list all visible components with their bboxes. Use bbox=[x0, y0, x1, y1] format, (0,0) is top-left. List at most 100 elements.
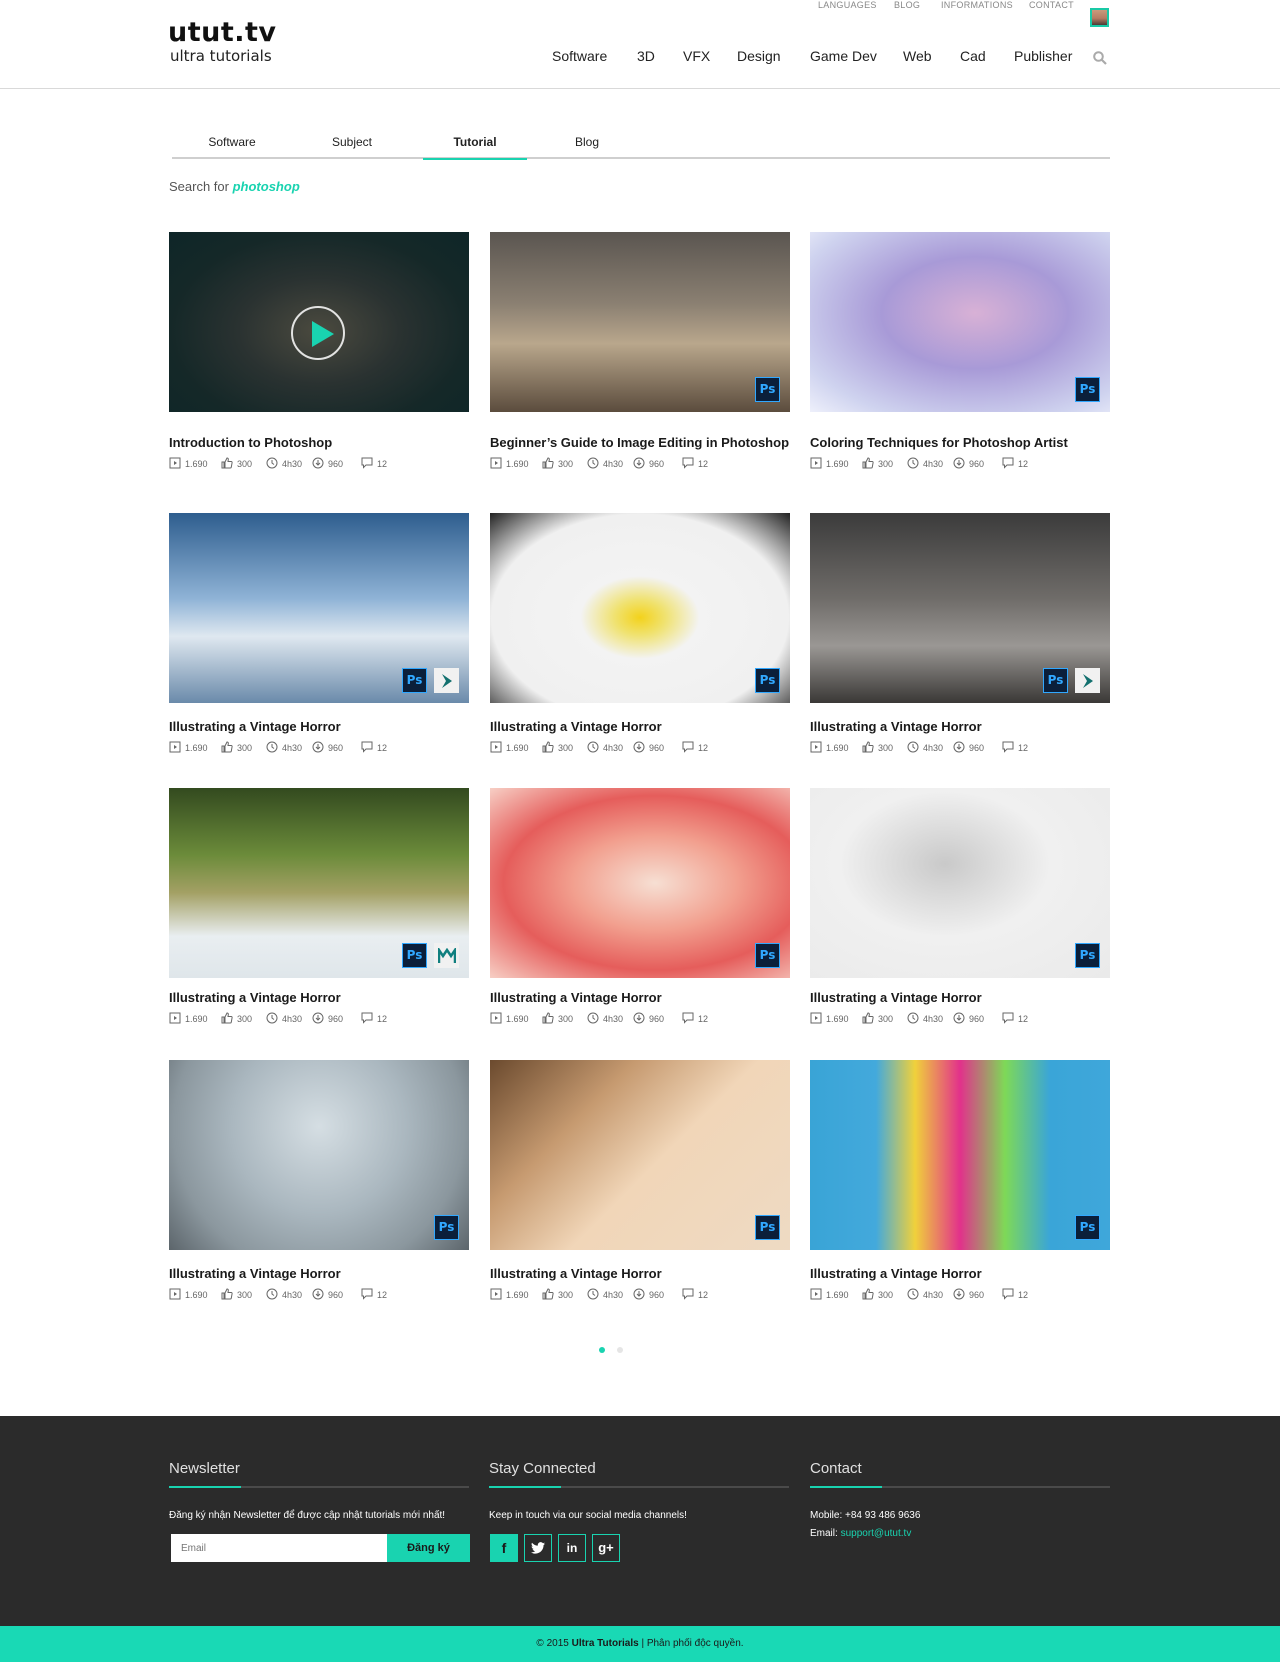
tutorial-title[interactable]: Coloring Techniques for Photoshop Artist bbox=[810, 435, 1068, 450]
download-icon bbox=[312, 457, 324, 471]
tutorial-title[interactable]: Illustrating a Vintage Horror bbox=[169, 990, 341, 1005]
nav-game-dev[interactable]: Game Dev bbox=[810, 48, 877, 64]
email-field[interactable] bbox=[171, 1534, 387, 1562]
tab-subject[interactable]: Subject bbox=[292, 134, 412, 159]
stat-value: 12 bbox=[698, 743, 709, 753]
tutorial-card[interactable]: Ps Illustrating a Vintage Horror 1.690 300 4… bbox=[169, 513, 469, 759]
downloads-stat: 960 bbox=[953, 741, 984, 755]
clock-icon bbox=[587, 741, 599, 755]
play-count-icon bbox=[810, 457, 822, 471]
nav-cad[interactable]: Cad bbox=[960, 48, 986, 64]
tutorial-title[interactable]: Illustrating a Vintage Horror bbox=[810, 1266, 982, 1281]
search-icon[interactable] bbox=[1093, 51, 1107, 65]
tab-software[interactable]: Software bbox=[172, 134, 292, 159]
tutorial-thumbnail[interactable]: Ps bbox=[490, 788, 790, 978]
top-link-languages[interactable]: LANGUAGES bbox=[818, 0, 877, 10]
facebook-icon[interactable]: f bbox=[490, 1534, 518, 1562]
comments-stat: 12 bbox=[361, 457, 387, 471]
email-label: Email: bbox=[810, 1528, 838, 1539]
stat-value: 1.690 bbox=[506, 1290, 529, 1300]
tab-tutorial[interactable]: Tutorial bbox=[423, 134, 527, 160]
thumbs-up-icon bbox=[542, 457, 554, 471]
copyright-brand: Ultra Tutorials bbox=[571, 1638, 639, 1649]
views-stat: 1.690 bbox=[810, 741, 849, 755]
signup-button[interactable]: Đăng ký bbox=[387, 1534, 470, 1562]
stat-value: 4h30 bbox=[923, 459, 944, 469]
photoshop-icon: Ps bbox=[755, 377, 780, 402]
tutorial-thumbnail[interactable]: Ps bbox=[810, 513, 1110, 703]
tutorial-thumbnail[interactable]: Ps bbox=[810, 1060, 1110, 1250]
linkedin-icon[interactable]: in bbox=[558, 1534, 586, 1562]
views-stat: 1.690 bbox=[169, 741, 208, 755]
tutorial-card[interactable]: Ps Illustrating a Vintage Horror 1.690 300 4… bbox=[169, 788, 469, 1030]
tutorial-card[interactable]: Ps Coloring Techniques for Photoshop Arti… bbox=[810, 232, 1110, 475]
nav-design[interactable]: Design bbox=[737, 48, 781, 64]
tutorial-card[interactable]: Ps Beginner’s Guide to Image Editing in P… bbox=[490, 232, 790, 475]
tutorial-title[interactable]: Illustrating a Vintage Horror bbox=[490, 1266, 662, 1281]
play-count-icon bbox=[810, 1012, 822, 1026]
stat-value: 960 bbox=[649, 743, 665, 753]
tutorial-thumbnail[interactable]: Ps bbox=[490, 513, 790, 703]
photoshop-icon: Ps bbox=[1043, 668, 1068, 693]
stat-value: 4h30 bbox=[282, 743, 303, 753]
nav-3d[interactable]: 3D bbox=[637, 48, 655, 64]
stat-value: 1.690 bbox=[826, 459, 849, 469]
tutorial-title[interactable]: Introduction to Photoshop bbox=[169, 435, 332, 450]
twitter-icon[interactable] bbox=[524, 1534, 552, 1562]
photoshop-icon: Ps bbox=[755, 668, 780, 693]
tutorial-title[interactable]: Illustrating a Vintage Horror bbox=[490, 719, 662, 734]
tutorial-card[interactable]: Ps Illustrating a Vintage Horror 1.690 300 4… bbox=[490, 788, 790, 1030]
views-stat: 1.690 bbox=[169, 1288, 208, 1302]
nav-software[interactable]: Software bbox=[552, 48, 607, 64]
top-link-informations[interactable]: INFORMATIONS bbox=[941, 0, 1013, 10]
tutorial-thumbnail[interactable]: Ps bbox=[810, 232, 1110, 412]
email-link[interactable]: support@utut.tv bbox=[841, 1528, 912, 1539]
tutorial-thumbnail[interactable]: Ps bbox=[169, 1060, 469, 1250]
tutorial-title[interactable]: Illustrating a Vintage Horror bbox=[810, 719, 982, 734]
play-count-icon bbox=[810, 1288, 822, 1302]
play-icon[interactable] bbox=[291, 306, 345, 360]
logo[interactable]: utut.tv ultra tutorials bbox=[168, 18, 277, 65]
tutorial-thumbnail[interactable]: Ps bbox=[169, 513, 469, 703]
tutorial-card[interactable]: Ps Illustrating a Vintage Horror 1.690 300 4… bbox=[169, 1060, 469, 1306]
tutorial-thumbnail[interactable]: Ps bbox=[810, 788, 1110, 978]
downloads-stat: 960 bbox=[953, 1288, 984, 1302]
page-dot-1[interactable] bbox=[599, 1347, 605, 1353]
contact-email: Email: support@utut.tv bbox=[810, 1528, 911, 1539]
tutorial-card[interactable]: Ps Illustrating a Vintage Horror 1.690 300 4… bbox=[810, 513, 1110, 759]
tutorial-thumbnail[interactable]: Ps bbox=[490, 1060, 790, 1250]
stat-value: 960 bbox=[328, 1014, 344, 1024]
nav-web[interactable]: Web bbox=[903, 48, 932, 64]
tutorial-title[interactable]: Beginner’s Guide to Image Editing in Pho… bbox=[490, 435, 789, 450]
stat-value: 300 bbox=[237, 1014, 253, 1024]
search-term[interactable]: photoshop bbox=[233, 179, 300, 194]
top-link-blog[interactable]: BLOG bbox=[894, 0, 920, 10]
nav-publisher[interactable]: Publisher bbox=[1014, 48, 1072, 64]
tutorial-card[interactable]: Ps Illustrating a Vintage Horror 1.690 300 4… bbox=[490, 513, 790, 759]
avatar[interactable] bbox=[1090, 8, 1109, 27]
top-link-contact[interactable]: CONTACT bbox=[1029, 0, 1074, 10]
thumbs-up-icon bbox=[542, 1012, 554, 1026]
stat-value: 12 bbox=[1018, 459, 1029, 469]
tutorial-card[interactable]: Ps Illustrating a Vintage Horror 1.690 300 4… bbox=[810, 1060, 1110, 1306]
tutorial-thumbnail[interactable] bbox=[169, 232, 469, 412]
tutorial-thumbnail[interactable]: Ps bbox=[169, 788, 469, 978]
tutorial-card[interactable]: Ps Illustrating a Vintage Horror 1.690 300 4… bbox=[810, 788, 1110, 1030]
tutorial-title[interactable]: Illustrating a Vintage Horror bbox=[810, 990, 982, 1005]
tutorial-title[interactable]: Illustrating a Vintage Horror bbox=[490, 990, 662, 1005]
google-plus-icon[interactable]: g+ bbox=[592, 1534, 620, 1562]
stat-value: 300 bbox=[558, 1014, 574, 1024]
page-dot-2[interactable] bbox=[617, 1347, 623, 1353]
stat-value: 4h30 bbox=[603, 459, 624, 469]
tab-blog[interactable]: Blog bbox=[527, 134, 647, 159]
tutorial-title[interactable]: Illustrating a Vintage Horror bbox=[169, 719, 341, 734]
stat-value: 1.690 bbox=[185, 1290, 208, 1300]
tutorial-thumbnail[interactable]: Ps bbox=[490, 232, 790, 412]
tutorial-title[interactable]: Illustrating a Vintage Horror bbox=[169, 1266, 341, 1281]
tutorial-card[interactable]: Ps Illustrating a Vintage Horror 1.690 300 4… bbox=[490, 1060, 790, 1306]
stat-value: 300 bbox=[237, 743, 253, 753]
tutorial-card[interactable]: Introduction to Photoshop 1.690 300 4h30 960… bbox=[169, 232, 469, 475]
downloads-stat: 960 bbox=[633, 741, 664, 755]
stat-value: 300 bbox=[558, 459, 574, 469]
nav-vfx[interactable]: VFX bbox=[683, 48, 710, 64]
